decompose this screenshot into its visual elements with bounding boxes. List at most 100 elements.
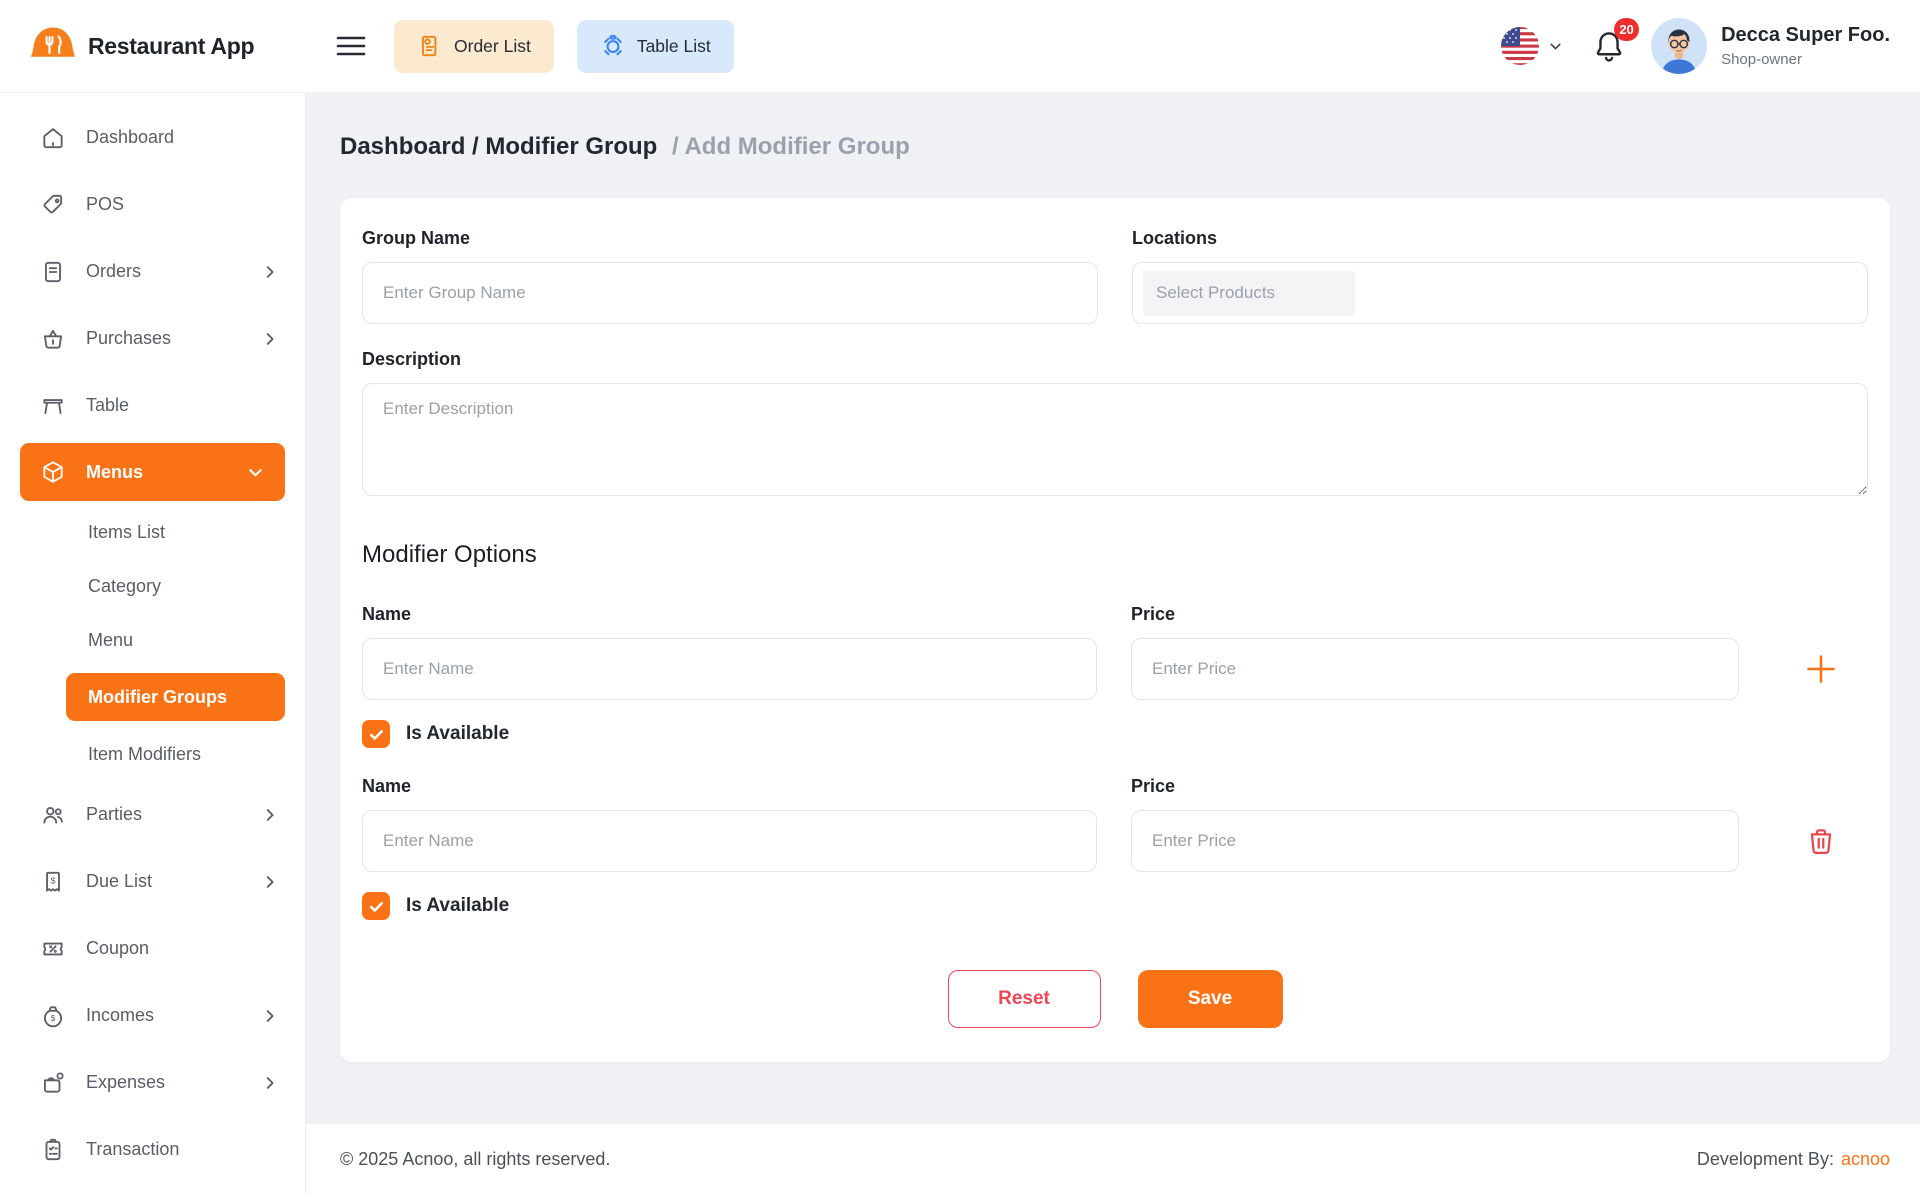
option-price-input[interactable] (1131, 810, 1739, 872)
locations-search-input[interactable] (1143, 271, 1355, 316)
option-name-input[interactable] (362, 638, 1097, 700)
language-selector[interactable] (1500, 26, 1564, 66)
sidebar-item-label: Purchases (86, 328, 171, 349)
check-icon (367, 725, 386, 744)
sidebar-subitem-menu[interactable]: Menu (0, 613, 305, 667)
user-avatar[interactable] (1651, 18, 1707, 74)
user-info[interactable]: Decca Super Foo. Shop-owner (1721, 23, 1890, 70)
chevron-right-icon (261, 1007, 279, 1025)
sidebar-item-coupon[interactable]: Coupon (0, 915, 305, 982)
svg-text:$: $ (51, 1014, 56, 1023)
breadcrumb-trail[interactable]: Dashboard / Modifier Group (340, 133, 657, 160)
sidebar-item-due-list[interactable]: $ Due List (0, 848, 305, 915)
order-list-button[interactable]: Order List (394, 20, 554, 73)
user-name: Decca Super Foo. (1721, 23, 1890, 48)
users-icon (40, 802, 66, 828)
option-name-input[interactable] (362, 810, 1097, 872)
header-right: 20 Decca Super Foo. Shop-o (1500, 18, 1920, 74)
breadcrumb-current: / Add Modifier Group (672, 133, 910, 160)
sidebar-item-table[interactable]: Table (0, 372, 305, 439)
ticket-icon (40, 936, 66, 962)
cube-icon (40, 459, 66, 485)
home-icon (40, 125, 66, 151)
sidebar-item-label: Parties (86, 804, 142, 825)
delete-modifier-option-button[interactable] (1805, 825, 1837, 857)
option-name-label: Name (362, 776, 1097, 797)
sidebar-item-label: Expenses (86, 1072, 165, 1093)
purse-icon (40, 1070, 66, 1096)
table-list-button[interactable]: Table List (577, 20, 734, 73)
sidebar-subitem-items-list[interactable]: Items List (0, 505, 305, 559)
clipboard-check-icon (40, 1137, 66, 1163)
add-modifier-group-form: Group Name Locations Description Modifie… (340, 198, 1890, 1062)
chevron-down-icon (1547, 38, 1564, 55)
chevron-right-icon (261, 263, 279, 281)
sidebar-item-label: Menus (86, 462, 143, 483)
sidebar-item-label: Transaction (86, 1139, 179, 1160)
option-price-input[interactable] (1131, 638, 1739, 700)
sidebar-item-label: POS (86, 194, 124, 215)
clipboard-icon (40, 259, 66, 285)
page-footer: © 2025 Acnoo, all rights reserved. Devel… (306, 1124, 1920, 1194)
sidebar-item-pos[interactable]: POS (0, 171, 305, 238)
description-label: Description (362, 349, 1868, 370)
sidebar-item-label: Incomes (86, 1005, 154, 1026)
reset-button[interactable]: Reset (948, 970, 1101, 1028)
option-price-label: Price (1131, 776, 1739, 797)
sidebar-nav: Dashboard POS Orders Purchases (0, 93, 306, 1194)
sidebar-subitem-modifier-groups[interactable]: Modifier Groups (66, 673, 285, 721)
sidebar-item-label: Menu (88, 630, 133, 651)
sidebar-item-label: Table (86, 395, 129, 416)
order-receipt-icon (417, 33, 443, 59)
is-available-checkbox[interactable] (362, 720, 390, 748)
sidebar-item-orders[interactable]: Orders (0, 238, 305, 305)
sidebar-item-label: Dashboard (86, 127, 174, 148)
order-list-label: Order List (454, 36, 531, 57)
app-title: Restaurant App (88, 33, 254, 60)
sidebar-item-label: Items List (88, 522, 165, 543)
app-brand[interactable]: Restaurant App (0, 25, 300, 67)
chevron-down-icon (246, 463, 265, 482)
option-price-label: Price (1131, 604, 1739, 625)
sidebar-item-label: Due List (86, 871, 152, 892)
sidebar-item-purchases[interactable]: Purchases (0, 305, 305, 372)
user-role: Shop-owner (1721, 51, 1890, 70)
receipt-icon: $ (40, 869, 66, 895)
svg-text:$: $ (51, 875, 56, 885)
money-bag-icon: $ (40, 1003, 66, 1029)
notifications-button[interactable]: 20 (1591, 27, 1627, 65)
save-button[interactable]: Save (1138, 970, 1283, 1028)
sidebar-subitem-item-modifiers[interactable]: Item Modifiers (0, 727, 305, 781)
check-icon (367, 897, 386, 916)
tag-icon (40, 192, 66, 218)
us-flag-icon (1500, 26, 1540, 66)
sidebar-toggle-button[interactable] (336, 35, 366, 57)
developer-link[interactable]: acnoo (1841, 1149, 1890, 1169)
development-by-text: Development By: (1697, 1149, 1834, 1169)
is-available-label: Is Available (406, 723, 509, 745)
restaurant-logo-icon (30, 25, 76, 67)
sidebar-item-transaction[interactable]: Transaction (0, 1116, 305, 1183)
sidebar-item-expenses[interactable]: Expenses (0, 1049, 305, 1116)
is-available-checkbox[interactable] (362, 892, 390, 920)
chevron-right-icon (261, 330, 279, 348)
development-credit: Development By: acnoo (1697, 1149, 1890, 1170)
sidebar-item-label: Orders (86, 261, 141, 282)
sidebar-subitem-category[interactable]: Category (0, 559, 305, 613)
locations-label: Locations (1132, 228, 1868, 249)
add-modifier-option-button[interactable] (1801, 649, 1841, 689)
sidebar-item-parties[interactable]: Parties (0, 781, 305, 848)
group-name-input[interactable] (362, 262, 1098, 324)
sidebar-item-label: Coupon (86, 938, 149, 959)
main-content: Dashboard / Modifier Group / Add Modifie… (306, 93, 1920, 1194)
sidebar-item-dashboard[interactable]: Dashboard (0, 104, 305, 171)
locations-select[interactable] (1132, 262, 1868, 324)
plus-icon (1801, 649, 1841, 689)
trash-icon (1805, 825, 1837, 857)
copyright-text: © 2025 Acnoo, all rights reserved. (340, 1149, 610, 1170)
sidebar-item-incomes[interactable]: $ Incomes (0, 982, 305, 1049)
sidebar-item-label: Item Modifiers (88, 744, 201, 765)
notification-badge: 20 (1614, 18, 1639, 41)
sidebar-item-menus[interactable]: Menus (20, 443, 285, 501)
description-textarea[interactable] (362, 383, 1868, 496)
